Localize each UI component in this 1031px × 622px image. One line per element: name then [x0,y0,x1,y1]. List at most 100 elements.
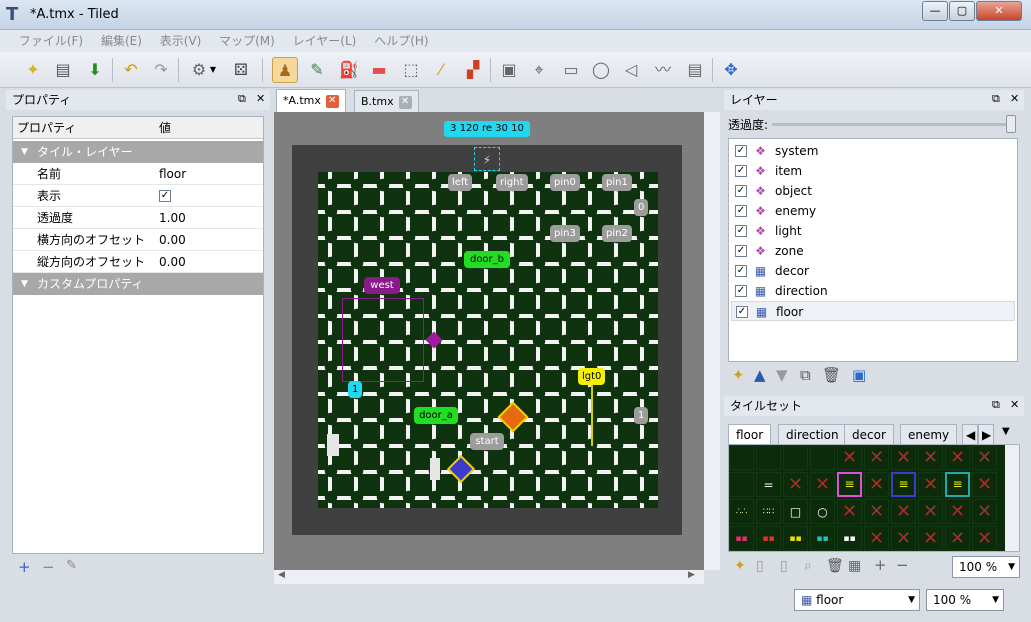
tile-cell[interactable]: ▪▪ [837,526,862,551]
tile-cell[interactable]: = [756,472,781,497]
group-custom-properties[interactable]: ▼ カスタムプロパティ [13,273,263,295]
menu-file[interactable]: ファイル(F) [12,30,90,52]
layer-item[interactable]: ✓ ❖ item [731,161,1015,181]
west-zone-rect[interactable] [342,298,424,382]
tile-cell[interactable]: ≡ [945,472,970,497]
tab-b-tmx[interactable]: B.tmx ✕ [354,90,419,112]
new-tileset-icon[interactable]: ✦ [734,558,746,574]
add-property-icon[interactable]: + [18,558,31,576]
move-tool-icon[interactable]: ✥ [718,57,744,83]
tile-cell[interactable]: ✕ [864,445,889,470]
float-icon[interactable]: ⧉ [992,398,1000,412]
tile-cell[interactable]: ✕ [972,499,997,524]
object-lgt0[interactable]: lgt0 [578,368,606,385]
status-zoom-combo[interactable]: 100 % ▼ [926,589,1004,611]
layer-item[interactable]: ✓ ▦ decor [731,261,1015,281]
tile-cell[interactable]: ✕ [783,472,808,497]
tile-cell[interactable]: ▪▪ [729,526,754,551]
terrain-brush-icon[interactable]: ✎ [304,57,330,83]
menu-view[interactable]: 表示(V) [153,30,209,52]
layer-visibility-checkbox[interactable]: ✓ [735,145,747,157]
layer-visibility-checkbox[interactable]: ✓ [735,165,747,177]
tile-cell[interactable]: ✕ [945,526,970,551]
object-door-b[interactable]: door_b [464,251,510,268]
toggle-other-layers-icon[interactable]: ▣ [852,366,866,384]
commands-dropdown-icon[interactable]: ▼ [206,57,220,83]
menu-edit[interactable]: 編集(E) [94,30,149,52]
tileset-properties-icon[interactable]: ⌕ [804,558,812,574]
tile-cell[interactable]: ✕ [864,499,889,524]
remove-property-icon[interactable]: − [42,558,55,576]
layer-item[interactable]: ✓ ❖ zone [731,241,1015,261]
tileset-tab-enemy[interactable]: enemy [900,424,958,444]
insert-ellipse-icon[interactable]: ◯ [588,57,614,83]
tile-cell[interactable]: ∷∷ [756,499,781,524]
tile-cell[interactable]: ▪▪ [756,526,781,551]
vertical-scrollbar[interactable] [704,112,720,570]
rect-select-icon[interactable]: ⬚ [398,57,424,83]
import-tileset-icon[interactable]: ▯ [756,558,764,574]
bucket-fill-icon[interactable]: ⛽ [336,57,362,83]
tile-cell[interactable]: ✕ [891,526,916,551]
flashlight-icon[interactable]: ⚡ [474,147,500,171]
object-pin3[interactable]: pin3 [550,225,580,242]
door-tile-left[interactable] [327,434,339,456]
tab-list-dropdown-icon[interactable]: ▼ [1002,426,1010,437]
tileset-tab-direction[interactable]: direction [778,424,847,444]
object-pin2[interactable]: pin2 [602,225,632,242]
layer-visibility-checkbox[interactable]: ✓ [736,306,748,318]
door-tile-bottom[interactable] [430,458,440,480]
object-right[interactable]: right [496,174,528,191]
tile-cell[interactable]: ≡ [891,472,916,497]
new-layer-icon[interactable]: ✦ [732,366,745,384]
tab-scroll-right-icon[interactable]: ▶ [978,424,994,444]
save-file-icon[interactable]: ⬇ [82,57,108,83]
minimize-button[interactable]: — [922,1,948,21]
open-file-icon[interactable]: ▤ [50,57,76,83]
close-tab-icon[interactable]: ✕ [398,95,412,109]
tile-cell[interactable]: ✕ [918,526,943,551]
maximize-button[interactable]: ▢ [949,1,975,21]
layer-visibility-checkbox[interactable]: ✓ [735,245,747,257]
tile-cell[interactable]: ✕ [972,445,997,470]
tileset-tab-floor[interactable]: floor [728,424,772,444]
new-file-icon[interactable]: ✦ [20,57,46,83]
object-west[interactable]: west [364,277,400,294]
delete-layer-icon[interactable]: 🗑 [822,366,841,384]
visible-checkbox[interactable]: ✓ [159,190,171,202]
layer-item-selected[interactable]: ✓ ▦ floor [731,301,1015,321]
tile-cell[interactable]: ✕ [972,526,997,551]
tile-cell[interactable]: ✕ [864,472,889,497]
layer-visibility-checkbox[interactable]: ✓ [735,225,747,237]
horizontal-scrollbar[interactable]: ◀ ▶ [274,570,704,584]
insert-tile-object-icon[interactable]: ▤ [682,57,708,83]
prop-row-visible[interactable]: 表示 ✓ [13,185,263,207]
tile-cell[interactable]: ✕ [972,472,997,497]
group-tile-layer[interactable]: ▼ タイル・レイヤー [13,141,263,163]
tile-cell[interactable] [756,445,781,470]
tile-cell[interactable] [729,445,754,470]
tile-cell[interactable] [810,445,835,470]
export-tileset-icon[interactable]: ▯ [780,558,788,574]
edit-terrain-icon[interactable]: ▦ [848,558,861,574]
tileset-scrollbar[interactable] [1005,445,1019,551]
duplicate-layer-icon[interactable]: ⧉ [800,366,811,384]
layer-visibility-checkbox[interactable]: ✓ [735,285,747,297]
eraser-icon[interactable]: ▬ [366,57,392,83]
object-pin0[interactable]: pin0 [550,174,580,191]
prop-row-opacity[interactable]: 透過度 1.00 [13,207,263,229]
layer-item[interactable]: ✓ ❖ enemy [731,201,1015,221]
tile-cell[interactable]: ✕ [945,499,970,524]
tileset-grid[interactable]: ✕ ✕ ✕ ✕ ✕ ✕ = ✕ ✕ ≡ ✕ ≡ ✕ ≡ ✕ ∴∴ ∷∷ □ ○ … [728,444,1020,552]
menu-help[interactable]: ヘルプ(H) [367,30,435,52]
delete-tileset-icon[interactable]: 🗑 [826,558,844,574]
magic-wand-icon[interactable]: ⁄ [428,57,454,83]
tile-cell[interactable]: ✕ [810,472,835,497]
tileset-tab-decor[interactable]: decor [844,424,894,444]
object-pin1[interactable]: pin1 [602,174,632,191]
float-icon[interactable]: ⧉ [992,92,1000,106]
tab-scroll-left-icon[interactable]: ◀ [962,424,978,444]
prop-value[interactable]: 0.00 [159,229,186,251]
close-dock-icon[interactable]: ✕ [256,92,265,105]
object-left[interactable]: left [448,174,473,191]
